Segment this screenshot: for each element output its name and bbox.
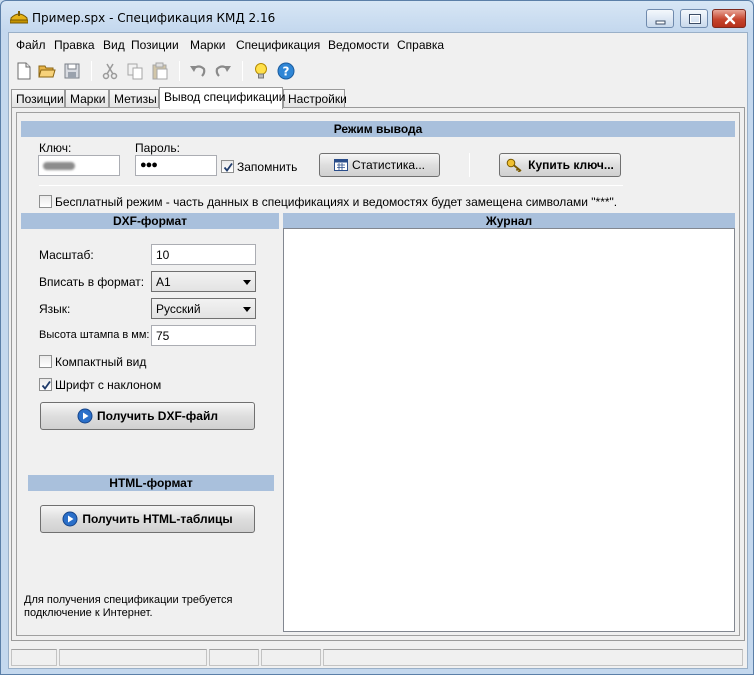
fit-format-select[interactable]: A1 <box>151 271 256 292</box>
internet-note-line1: Для получения спецификации требуется <box>24 594 233 606</box>
journal-log[interactable] <box>283 228 735 632</box>
new-file-icon[interactable] <box>14 61 34 81</box>
html-heading: HTML-формат <box>28 475 274 491</box>
scale-label: Масштаб: <box>39 248 94 262</box>
play-circle-icon <box>77 408 93 424</box>
tab-positions[interactable]: Позиции <box>11 89 65 108</box>
italic-font-label: Шрифт с наклоном <box>55 378 162 392</box>
compact-view-label: Компактный вид <box>55 355 147 369</box>
journal-heading: Журнал <box>283 213 735 229</box>
window-title: Пример.spx - Спецификация КМД 2.16 <box>32 11 276 25</box>
close-button[interactable] <box>712 9 746 28</box>
statistics-button[interactable]: Статистика... <box>319 153 440 177</box>
toolbar-separator <box>91 61 92 81</box>
status-panel <box>59 649 207 666</box>
status-panel <box>11 649 57 666</box>
toolbar-separator <box>242 61 243 81</box>
toolbar-separator <box>179 61 180 81</box>
app-logo-icon <box>10 11 28 24</box>
dropdown-arrow-icon <box>243 307 251 312</box>
cut-icon[interactable] <box>100 61 120 81</box>
menu-specification[interactable]: Спецификация <box>236 38 320 52</box>
client-area: Файл Правка Вид Позиции Марки Спецификац… <box>8 32 748 669</box>
menu-statements[interactable]: Ведомости <box>328 38 389 52</box>
tab-spec-output[interactable]: Вывод спецификации <box>159 87 285 109</box>
free-mode-label: Бесплатный режим - часть данных в специф… <box>55 195 618 209</box>
key-icon <box>506 158 522 172</box>
tab-fasteners[interactable]: Метизы <box>109 89 159 108</box>
dxf-heading: DXF-формат <box>21 213 279 229</box>
tab-strip: Позиции Марки Метизы Вывод спецификации … <box>9 87 747 109</box>
status-panel <box>209 649 259 666</box>
fit-format-label: Вписать в формат: <box>39 275 145 289</box>
menu-help[interactable]: Справка <box>397 38 444 52</box>
remember-checkbox[interactable] <box>221 160 234 173</box>
language-label: Язык: <box>39 302 71 316</box>
tab-settings[interactable]: Настройки <box>283 89 347 108</box>
svg-text:?: ? <box>283 65 290 79</box>
compact-view-checkbox[interactable] <box>39 355 52 368</box>
minimize-icon <box>655 20 666 25</box>
undo-icon[interactable] <box>188 61 208 81</box>
toolbar: ? <box>9 57 747 85</box>
fit-format-value: A1 <box>156 275 171 289</box>
copy-icon[interactable] <box>125 61 145 81</box>
password-input[interactable]: ●●● <box>135 155 217 176</box>
dropdown-arrow-icon <box>243 280 251 285</box>
output-mode-heading: Режим вывода <box>21 121 735 137</box>
spec-output-page: Режим вывода Ключ: Пароль: ●●● Запомнить… <box>11 107 745 641</box>
scale-input[interactable]: 10 <box>151 244 256 265</box>
maximize-icon <box>689 14 701 24</box>
calendar-icon <box>333 159 348 172</box>
stamp-height-label: Высота штампа в мм: <box>39 329 150 341</box>
save-icon[interactable] <box>62 61 82 81</box>
password-label: Пароль: <box>135 141 180 155</box>
menu-file[interactable]: Файл <box>16 38 46 52</box>
remember-label: Запомнить <box>237 160 298 174</box>
status-panel <box>261 649 321 666</box>
language-value: Русский <box>156 302 201 316</box>
divider <box>469 153 470 177</box>
spec-output-panel: Режим вывода Ключ: Пароль: ●●● Запомнить… <box>16 112 740 636</box>
menu-view[interactable]: Вид <box>103 38 125 52</box>
checkmark-icon <box>223 162 233 172</box>
close-icon <box>724 13 736 25</box>
help-icon[interactable]: ? <box>276 61 296 81</box>
italic-font-checkbox[interactable] <box>39 378 52 391</box>
buy-key-button[interactable]: Купить ключ... <box>499 153 621 177</box>
tip-bulb-icon[interactable] <box>251 61 271 81</box>
play-circle-icon <box>62 511 78 527</box>
get-dxf-button[interactable]: Получить DXF-файл <box>40 402 255 430</box>
stamp-height-input[interactable]: 75 <box>151 325 256 346</box>
menu-edit[interactable]: Правка <box>54 38 95 52</box>
maximize-button[interactable] <box>680 9 708 28</box>
redo-icon[interactable] <box>213 61 233 81</box>
free-mode-checkbox[interactable] <box>39 195 52 208</box>
minimize-button[interactable] <box>646 9 674 28</box>
buy-key-button-label: Купить ключ... <box>528 158 614 172</box>
internet-note-line2: подключение к Интернет. <box>24 607 153 619</box>
separator-line <box>39 185 623 186</box>
status-bar <box>9 646 747 668</box>
menu-positions[interactable]: Позиции <box>131 38 179 52</box>
paste-icon[interactable] <box>150 61 170 81</box>
app-window: Пример.spx - Спецификация КМД 2.16 Файл … <box>0 0 754 675</box>
menu-bar: Файл Правка Вид Позиции Марки Спецификац… <box>9 33 747 55</box>
get-dxf-button-label: Получить DXF-файл <box>97 409 218 423</box>
checkmark-icon <box>41 380 51 390</box>
get-html-button[interactable]: Получить HTML-таблицы <box>40 505 255 533</box>
statistics-button-label: Статистика... <box>351 158 426 172</box>
key-redacted-value <box>43 162 75 170</box>
key-label: Ключ: <box>39 141 72 155</box>
open-folder-icon[interactable] <box>37 61 57 81</box>
menu-marks[interactable]: Марки <box>190 38 225 52</box>
tab-marks[interactable]: Марки <box>65 89 109 108</box>
status-panel <box>323 649 743 666</box>
get-html-button-label: Получить HTML-таблицы <box>82 512 233 526</box>
language-select[interactable]: Русский <box>151 298 256 319</box>
key-input[interactable] <box>38 155 120 176</box>
title-bar[interactable]: Пример.spx - Спецификация КМД 2.16 <box>1 1 753 31</box>
